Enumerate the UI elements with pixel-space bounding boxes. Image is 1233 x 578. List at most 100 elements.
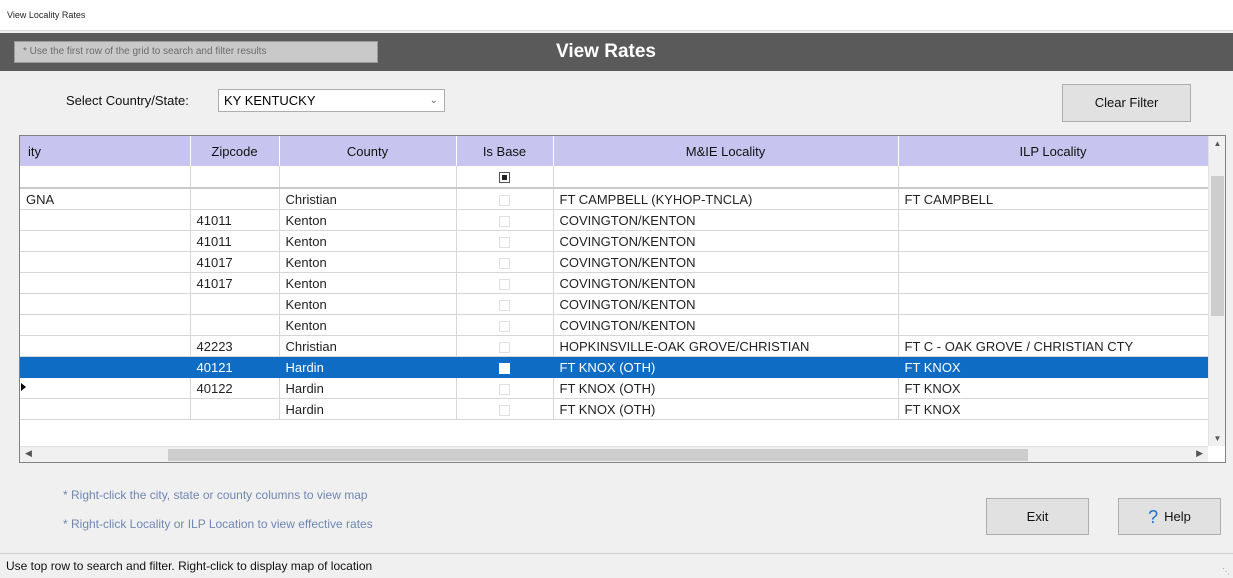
- cell-county[interactable]: Kenton: [279, 230, 457, 252]
- scroll-up-icon[interactable]: ▲: [1209, 139, 1225, 148]
- scroll-left-icon[interactable]: ◀: [25, 448, 32, 459]
- column-header-county[interactable]: County: [279, 136, 457, 166]
- is-base-checkbox[interactable]: [499, 215, 510, 227]
- cell-zipcode[interactable]: 41017: [190, 272, 280, 294]
- cell-is-base[interactable]: [456, 188, 554, 210]
- cell-city[interactable]: GNA: [20, 188, 191, 210]
- is-base-checkbox[interactable]: [499, 257, 510, 269]
- table-row[interactable]: 40122 Hardin FT KNOX (OTH) FT KNOX: [20, 377, 1209, 399]
- cell-county[interactable]: Kenton: [279, 209, 457, 231]
- cell-mie-locality[interactable]: COVINGTON/KENTON: [553, 272, 899, 294]
- cell-zipcode[interactable]: [190, 398, 280, 420]
- cell-county[interactable]: Kenton: [279, 272, 457, 294]
- cell-ilp-locality[interactable]: FT KNOX: [898, 377, 1209, 399]
- table-row[interactable]: GNA Christian FT CAMPBELL (KYHOP-TNCLA) FT …: [20, 188, 1209, 210]
- cell-is-base[interactable]: [456, 293, 554, 315]
- cell-zipcode[interactable]: 40121: [190, 356, 280, 378]
- table-row[interactable]: 41017 Kenton COVINGTON/KENTON: [20, 251, 1209, 273]
- cell-zipcode[interactable]: 41011: [190, 230, 280, 252]
- is-base-checkbox[interactable]: [499, 383, 510, 395]
- is-base-checkbox[interactable]: [499, 362, 510, 374]
- is-base-checkbox[interactable]: [499, 341, 510, 353]
- cell-mie-locality[interactable]: COVINGTON/KENTON: [553, 293, 899, 315]
- table-row[interactable]: Kenton COVINGTON/KENTON: [20, 293, 1209, 315]
- exit-button[interactable]: Exit: [986, 498, 1089, 535]
- scroll-right-icon[interactable]: ▶: [1196, 448, 1203, 459]
- is-base-checkbox[interactable]: [499, 194, 510, 206]
- cell-county[interactable]: Kenton: [279, 314, 457, 336]
- cell-zipcode[interactable]: 41017: [190, 251, 280, 273]
- cell-city[interactable]: [20, 293, 191, 315]
- cell-city[interactable]: [20, 377, 191, 399]
- filter-county-cell[interactable]: [279, 166, 457, 189]
- cell-zipcode[interactable]: 40122: [190, 377, 280, 399]
- cell-mie-locality[interactable]: COVINGTON/KENTON: [553, 230, 899, 252]
- cell-mie-locality[interactable]: HOPKINSVILLE-OAK GROVE/CHRISTIAN: [553, 335, 899, 357]
- cell-ilp-locality[interactable]: [898, 209, 1209, 231]
- cell-county[interactable]: Hardin: [279, 356, 457, 378]
- cell-county[interactable]: Kenton: [279, 251, 457, 273]
- cell-is-base[interactable]: [456, 356, 554, 378]
- help-button[interactable]: ? Help: [1118, 498, 1221, 535]
- horizontal-scrollbar[interactable]: ◀ ▶: [20, 446, 1208, 462]
- cell-ilp-locality[interactable]: FT KNOX: [898, 356, 1209, 378]
- is-base-checkbox[interactable]: [499, 299, 510, 311]
- cell-city[interactable]: [20, 251, 191, 273]
- cell-is-base[interactable]: [456, 251, 554, 273]
- table-row[interactable]: 41017 Kenton COVINGTON/KENTON: [20, 272, 1209, 294]
- cell-county[interactable]: Kenton: [279, 293, 457, 315]
- cell-mie-locality[interactable]: COVINGTON/KENTON: [553, 314, 899, 336]
- cell-is-base[interactable]: [456, 230, 554, 252]
- column-header-zipcode[interactable]: Zipcode: [190, 136, 280, 166]
- cell-city[interactable]: [20, 230, 191, 252]
- is-base-checkbox[interactable]: [499, 404, 510, 416]
- cell-city[interactable]: [20, 356, 191, 378]
- scroll-down-icon[interactable]: ▼: [1209, 434, 1225, 443]
- table-row[interactable]: 41011 Kenton COVINGTON/KENTON: [20, 209, 1209, 231]
- cell-county[interactable]: Hardin: [279, 377, 457, 399]
- column-header-mie-locality[interactable]: M&IE Locality: [553, 136, 899, 166]
- cell-is-base[interactable]: [456, 377, 554, 399]
- cell-county[interactable]: Christian: [279, 188, 457, 210]
- cell-ilp-locality[interactable]: FT KNOX: [898, 398, 1209, 420]
- is-base-checkbox[interactable]: [499, 236, 510, 248]
- filter-checkbox[interactable]: [499, 172, 510, 184]
- cell-zipcode[interactable]: [190, 293, 280, 315]
- is-base-checkbox[interactable]: [499, 320, 510, 332]
- cell-mie-locality[interactable]: FT KNOX (OTH): [553, 377, 899, 399]
- table-row[interactable]: 40121 Hardin FT KNOX (OTH) FT KNOX: [20, 356, 1209, 378]
- filter-ilp-cell[interactable]: [898, 166, 1209, 189]
- cell-is-base[interactable]: [456, 398, 554, 420]
- column-header-city[interactable]: ity: [20, 136, 191, 166]
- filter-mie-cell[interactable]: [553, 166, 899, 189]
- cell-zipcode[interactable]: 41011: [190, 209, 280, 231]
- table-row[interactable]: 41011 Kenton COVINGTON/KENTON: [20, 230, 1209, 252]
- cell-mie-locality[interactable]: COVINGTON/KENTON: [553, 209, 899, 231]
- cell-is-base[interactable]: [456, 209, 554, 231]
- cell-is-base[interactable]: [456, 314, 554, 336]
- cell-ilp-locality[interactable]: [898, 314, 1209, 336]
- cell-city[interactable]: [20, 314, 191, 336]
- cell-city[interactable]: [20, 272, 191, 294]
- table-row[interactable]: Kenton COVINGTON/KENTON: [20, 314, 1209, 336]
- column-header-is-base[interactable]: Is Base: [456, 136, 554, 166]
- country-state-select[interactable]: KY KENTUCKY ⌄: [218, 89, 445, 112]
- table-row[interactable]: Hardin FT KNOX (OTH) FT KNOX: [20, 398, 1209, 420]
- cell-ilp-locality[interactable]: FT CAMPBELL: [898, 188, 1209, 210]
- filter-city-cell[interactable]: [20, 166, 191, 189]
- column-header-ilp-locality[interactable]: ILP Locality: [898, 136, 1209, 166]
- filter-is-base-cell[interactable]: [456, 166, 554, 189]
- cell-ilp-locality[interactable]: [898, 272, 1209, 294]
- horizontal-scroll-thumb[interactable]: [168, 449, 1028, 461]
- cell-is-base[interactable]: [456, 335, 554, 357]
- cell-ilp-locality[interactable]: FT C - OAK GROVE / CHRISTIAN CTY: [898, 335, 1209, 357]
- cell-city[interactable]: [20, 398, 191, 420]
- cell-ilp-locality[interactable]: [898, 293, 1209, 315]
- cell-county[interactable]: Hardin: [279, 398, 457, 420]
- resize-grip-icon[interactable]: ⋱: [1222, 567, 1230, 576]
- vertical-scrollbar[interactable]: ▲ ▼: [1208, 136, 1225, 446]
- cell-zipcode[interactable]: [190, 314, 280, 336]
- cell-is-base[interactable]: [456, 272, 554, 294]
- cell-mie-locality[interactable]: COVINGTON/KENTON: [553, 251, 899, 273]
- cell-mie-locality[interactable]: FT CAMPBELL (KYHOP-TNCLA): [553, 188, 899, 210]
